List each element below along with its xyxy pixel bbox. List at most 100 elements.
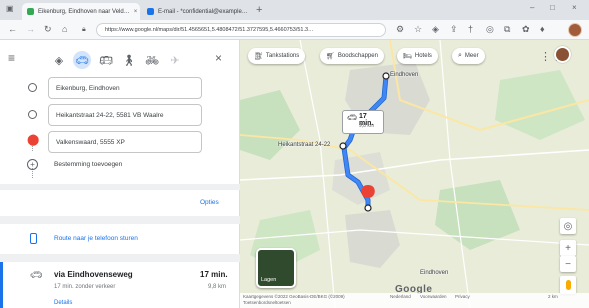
url-text: https://www.google.nl/maps/dir/51.456565… bbox=[105, 27, 314, 33]
bubble-distance: 9,8 km bbox=[359, 123, 375, 129]
car-icon: 🚗︎ bbox=[347, 113, 358, 122]
origin-input[interactable]: Eikenburg, Eindhoven bbox=[48, 77, 202, 99]
forward-icon[interactable]: → bbox=[26, 24, 35, 34]
waypoint-origin: Eikenburg, Eindhoven bbox=[0, 76, 240, 100]
road bbox=[299, 40, 336, 308]
layers-button[interactable]: Lagen bbox=[256, 248, 296, 288]
footer-link-privacy[interactable]: Privacy bbox=[455, 294, 470, 299]
keyboard-shortcuts-link[interactable]: Toetsenbordsneltoetsen bbox=[243, 300, 291, 305]
route-info-bubble[interactable]: 🚗︎ 17 min. 9,8 km bbox=[342, 110, 384, 134]
street-view-pegman[interactable] bbox=[560, 276, 576, 294]
walking-mode-icon[interactable]: 🚶︎ bbox=[120, 51, 138, 69]
menu-icon[interactable]: ≡ bbox=[8, 51, 15, 65]
best-route-mode-icon[interactable]: ◈ bbox=[50, 51, 68, 69]
groceries-chip[interactable]: 🛒︎ Boodschappen bbox=[320, 48, 384, 64]
road bbox=[240, 149, 589, 181]
send-to-phone-label: Route naar je telefoon sturen bbox=[54, 235, 138, 242]
plus-circle-icon: + bbox=[27, 159, 38, 170]
waypoint-marker bbox=[339, 142, 347, 150]
profile-avatar[interactable] bbox=[568, 23, 582, 37]
tab-actions-icon[interactable]: ▣ bbox=[6, 4, 14, 13]
chip-label: Boodschappen bbox=[337, 53, 378, 59]
layers-label: Lagen bbox=[261, 277, 277, 283]
close-window-button[interactable]: × bbox=[572, 3, 577, 12]
tab-label: E-mail - *confidential@example… bbox=[158, 8, 248, 15]
new-tab-button[interactable]: + bbox=[256, 4, 262, 16]
collections-icon[interactable]: ⧉ bbox=[504, 24, 510, 35]
route-name: via Eindhovenseweg bbox=[54, 270, 133, 279]
bookmark-icon[interactable]: ♦ bbox=[540, 24, 545, 34]
section-divider bbox=[0, 216, 240, 224]
route-subtitle: 17 min. zonder verkeer bbox=[54, 284, 116, 290]
home-icon[interactable]: ⌂ bbox=[62, 24, 67, 34]
add-destination-label: Bestemming toevoegen bbox=[54, 161, 123, 168]
scale-bar[interactable]: 2 km bbox=[548, 294, 558, 299]
browser-tab-mail[interactable]: E-mail - *confidential@example… × bbox=[142, 3, 252, 20]
settings-icon[interactable]: ✿ bbox=[522, 24, 530, 35]
transit-mode-icon[interactable]: 🚌︎ bbox=[97, 51, 115, 69]
section-divider bbox=[0, 184, 240, 190]
reload-icon[interactable]: ↻ bbox=[44, 24, 52, 35]
stop-circle-icon bbox=[28, 110, 37, 119]
chip-label: Hotels bbox=[414, 53, 432, 59]
zoom-in-button[interactable]: + bbox=[560, 240, 576, 256]
browser-toolbar: ← → ↻ ⌂ 🔒︎ https://www.google.nl/maps/di… bbox=[0, 20, 589, 40]
cart-icon: 🛒︎ bbox=[326, 53, 335, 60]
footer-link-terms[interactable]: Voorwaarden bbox=[420, 294, 447, 299]
car-icon: 🚗︎ bbox=[30, 270, 43, 281]
waypoint-stop: Heikantstraat 24-22, 5581 VB Waalre bbox=[0, 103, 240, 127]
pin-icon[interactable]: † bbox=[468, 24, 473, 34]
route-end-marker bbox=[364, 204, 372, 212]
send-to-phone-button[interactable]: Route naar je telefoon sturen bbox=[0, 232, 240, 250]
bicycle-mode-icon[interactable]: 🚲︎ bbox=[143, 51, 161, 69]
my-location-button[interactable]: ◎ bbox=[560, 218, 576, 234]
close-tab-icon[interactable]: × bbox=[134, 9, 138, 15]
map-footer: Kaartgegevens ©2022 GeoBasis-DE/BKG (©20… bbox=[240, 293, 589, 308]
mail-favicon-icon bbox=[147, 8, 154, 15]
address-bar[interactable]: https://www.google.nl/maps/dir/51.456565… bbox=[96, 23, 386, 37]
pegman-icon bbox=[565, 280, 571, 290]
stop-value: Heikantstraat 24-22, 5581 VB Waalre bbox=[56, 111, 164, 119]
origin-label: Eindhoven bbox=[390, 72, 419, 78]
route-time: 17 min. bbox=[200, 270, 228, 279]
account-avatar[interactable] bbox=[554, 46, 571, 63]
hotels-chip[interactable]: 🛏︎ Hotels bbox=[397, 48, 438, 64]
share-icon[interactable]: ⇪ bbox=[450, 24, 458, 35]
extension-icon[interactable]: ⚙ bbox=[396, 24, 404, 35]
tab-label: Eikenburg, Eindhoven naar Veld… bbox=[38, 8, 130, 15]
location-target-icon: ◎ bbox=[563, 220, 573, 232]
stop-input[interactable]: Heikantstraat 24-22, 5581 VB Waalre bbox=[48, 104, 202, 126]
origin-marker bbox=[382, 72, 390, 80]
details-link[interactable]: Details bbox=[54, 300, 72, 306]
minimize-button[interactable]: – bbox=[530, 3, 534, 12]
forest-area bbox=[240, 90, 300, 160]
attribution-text: Kaartgegevens ©2022 GeoBasis-DE/BKG (©20… bbox=[243, 294, 345, 299]
gas-station-icon: ⛽︎ bbox=[254, 53, 263, 60]
close-directions-button[interactable]: × bbox=[215, 51, 222, 65]
map-canvas[interactable]: ⛽︎ Tankstations 🛒︎ Boodschappen 🛏︎ Hotel… bbox=[240, 40, 589, 308]
car-mode-icon[interactable]: 🚗︎ bbox=[73, 51, 91, 69]
browser-tab-maps[interactable]: Eikenburg, Eindhoven naar Veld… × bbox=[22, 3, 140, 20]
maps-favicon-icon bbox=[27, 8, 34, 15]
gas-stations-chip[interactable]: ⛽︎ Tankstations bbox=[248, 48, 306, 64]
flight-mode-icon[interactable]: ✈︎ bbox=[166, 51, 184, 69]
maximize-button[interactable]: □ bbox=[550, 3, 555, 12]
shield-icon[interactable]: ◈ bbox=[432, 24, 439, 35]
browser-tab-bar: ▣ Eikenburg, Eindhoven naar Veld… × E-ma… bbox=[0, 0, 589, 20]
more-chip[interactable]: ⌕ Meer bbox=[452, 48, 485, 64]
section-divider bbox=[0, 254, 240, 262]
back-icon[interactable]: ← bbox=[8, 24, 17, 34]
refresh-ext-icon[interactable]: ◎ bbox=[486, 24, 494, 35]
chip-label: Meer bbox=[464, 53, 479, 59]
destination-input[interactable]: Valkenswaard, 5555 XP bbox=[48, 131, 202, 153]
zoom-out-button[interactable]: − bbox=[560, 256, 576, 272]
urban-area bbox=[332, 152, 390, 205]
destination-pin-icon: ⬤ bbox=[27, 134, 40, 146]
search-icon: ⌕ bbox=[458, 52, 462, 59]
options-button[interactable]: Opties bbox=[200, 199, 219, 206]
waypoint-destination: ⬤ Valkenswaard, 5555 XP bbox=[0, 130, 240, 154]
favorite-star-icon[interactable]: ☆ bbox=[414, 24, 422, 35]
route-option-card[interactable]: 🚗︎ via Eindhovenseweg 17 min. zonder ver… bbox=[0, 262, 240, 308]
footer-link-country[interactable]: Nederland bbox=[390, 294, 411, 299]
add-destination-button[interactable]: + Bestemming toevoegen bbox=[0, 157, 240, 175]
